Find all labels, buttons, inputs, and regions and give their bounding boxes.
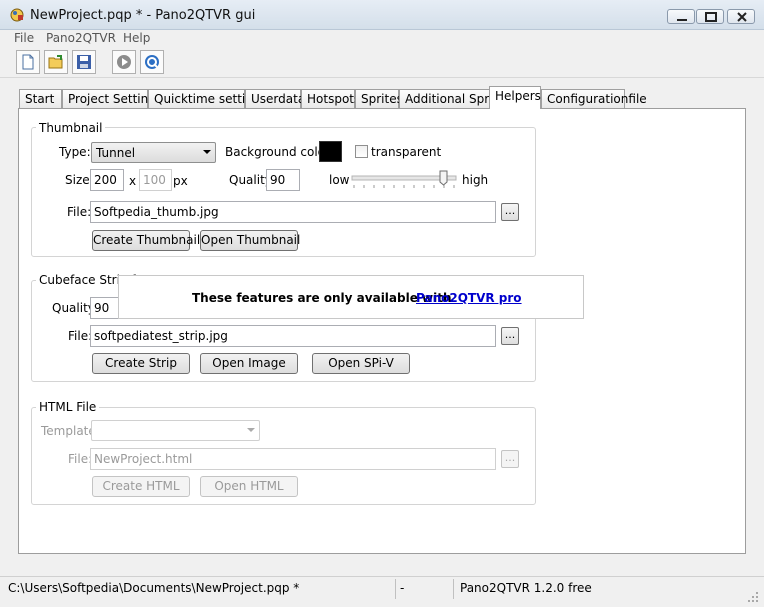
open-html-button[interactable]: Open HTML [200,476,298,497]
html-browse-button[interactable]: ... [501,450,519,468]
menu-file[interactable]: File [14,31,34,45]
quality-low-label: low [329,173,350,187]
template-select[interactable] [91,420,260,441]
create-strip-button[interactable]: Create Strip [92,353,190,374]
type-value: Tunnel [96,146,136,160]
chevron-down-icon [247,428,255,432]
tab-helpers[interactable]: Helpers [489,86,541,109]
new-document-icon [22,54,34,70]
save-button[interactable] [72,50,96,74]
height-input[interactable]: 100 [139,169,172,191]
cubeface-browse-button[interactable]: ... [501,327,519,345]
chevron-down-icon [203,150,211,154]
slider-thumb [439,170,448,186]
quality-high-label: high [462,173,489,187]
save-disk-icon [77,55,91,69]
open-thumbnail-button[interactable]: Open Thumbnail [200,230,300,251]
status-version: Pano2QTVR 1.2.0 free [460,581,592,595]
qtvr-preview-button[interactable] [140,50,164,74]
play-button[interactable] [112,50,136,74]
minimize-button[interactable] [667,9,695,24]
tab-project-settings[interactable]: Project Settings [62,89,162,108]
transparent-label: transparent [371,145,442,159]
new-button[interactable] [16,50,40,74]
tab-userdata[interactable]: Userdata [245,89,305,108]
open-folder-icon [48,55,63,69]
html-file-group-label: HTML File [36,400,100,414]
width-input[interactable]: 200 [90,169,124,191]
tab-hotspots[interactable]: Hotspots [301,89,360,108]
thumbnail-group-label: Thumbnail [36,121,106,135]
menu-help[interactable]: Help [123,31,150,45]
quality-input[interactable]: 90 [266,169,300,191]
menu-pano2qtvr[interactable]: Pano2QTVR [46,31,116,45]
create-html-button[interactable]: Create HTML [92,476,190,497]
tab-configurationfile[interactable]: Configurationfile [541,89,647,108]
create-thumbnail-button[interactable]: Create Thumbnail [92,230,200,251]
open-spiv-button[interactable]: Open SPi-V [312,353,410,374]
play-icon [117,55,131,69]
qtvr-preview-icon [145,55,159,69]
resize-grip-icon[interactable] [748,592,760,604]
close-icon [737,12,747,22]
html-file-label: File: [68,452,93,466]
tab-sprites[interactable]: Sprites [355,89,403,108]
thumbnail-file-input[interactable]: Softpedia_thumb.jpg [90,201,496,223]
close-button[interactable] [727,9,755,24]
cubeface-file-label: File: [68,329,93,343]
px-label: px [173,174,188,188]
background-color-label: Background color: [225,145,334,159]
open-image-button[interactable]: Open Image [200,353,298,374]
cubeface-file-input[interactable]: softpediatest_strip.jpg [90,325,496,347]
status-middle: - [400,579,454,599]
app-icon [10,8,24,22]
pro-upgrade-link[interactable]: Pano2QTVR pro [416,291,522,305]
tab-quicktime-settings[interactable]: Quicktime settings [148,89,267,108]
transparent-checkbox[interactable] [355,145,368,158]
x-label: x [129,174,137,188]
tab-additional-sprites[interactable]: Additional Sprites [399,89,511,108]
background-color-swatch[interactable] [319,141,342,162]
pro-notice-text: These features are only available with [192,291,452,305]
maximize-button[interactable] [696,9,724,24]
tab-start[interactable]: Start [19,89,62,108]
status-path: C:\Users\Softpedia\Documents\NewProject.… [8,579,396,599]
open-button[interactable] [44,50,68,74]
pro-feature-notice: These features are only available with P… [118,275,584,319]
window-title: NewProject.pqp * - Pano2QTVR gui [30,8,256,23]
type-select[interactable]: Tunnel [91,142,216,163]
thumbnail-file-label: File: [67,205,92,219]
html-file-input[interactable]: NewProject.html [90,448,496,470]
minimize-icon [677,19,687,21]
quality-slider[interactable] [350,170,458,190]
maximize-icon [705,12,717,22]
thumbnail-browse-button[interactable]: ... [501,203,519,221]
type-label: Type: [59,145,91,159]
